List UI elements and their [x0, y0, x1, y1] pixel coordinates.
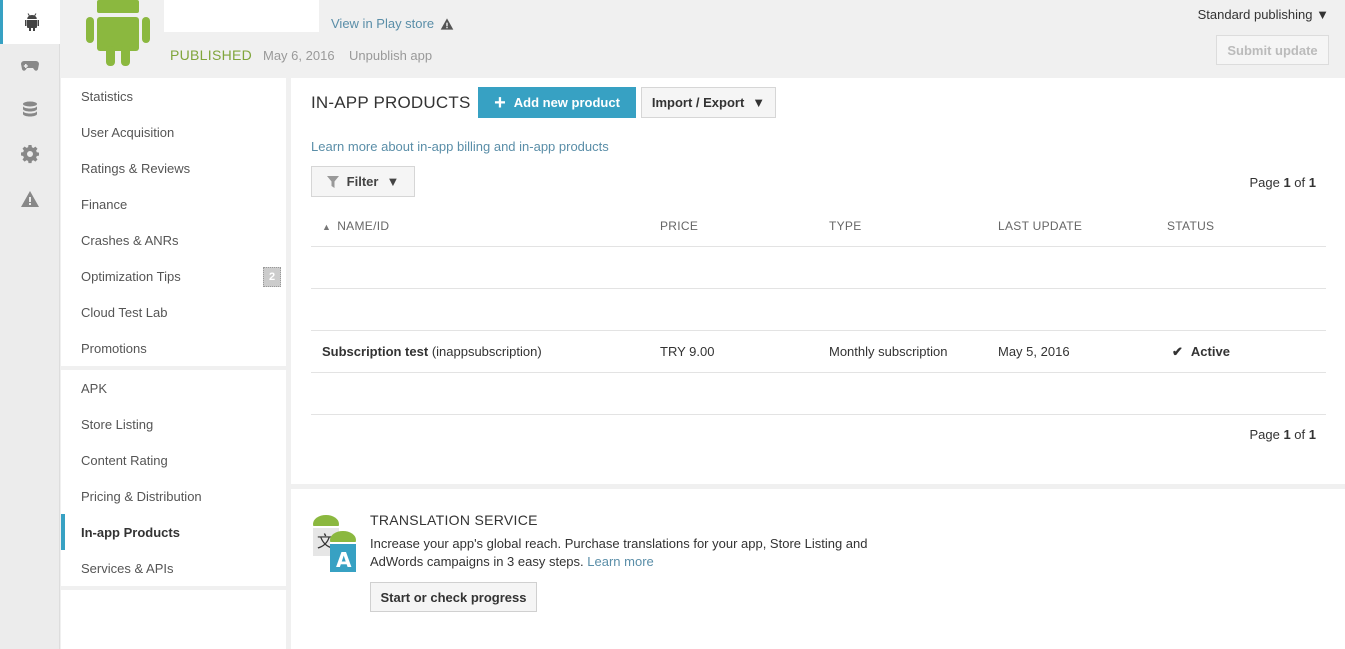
- sidebar-item-ratings-reviews[interactable]: Ratings & Reviews: [61, 150, 286, 186]
- sidebar-item-cloud-test-lab[interactable]: Cloud Test Lab: [61, 294, 286, 330]
- sidebar-item-optimization-tips[interactable]: Optimization Tips 2: [61, 258, 286, 294]
- gear-icon: [21, 145, 39, 164]
- warning-icon: [21, 191, 39, 207]
- svg-text:A: A: [336, 548, 352, 572]
- rail-alerts[interactable]: [0, 177, 60, 221]
- learn-more-billing-link[interactable]: Learn more about in-app billing and in-a…: [311, 139, 609, 154]
- sidebar-item-crashes-anrs[interactable]: Crashes & ANRs: [61, 222, 286, 258]
- product-name-cell: Subscription test (inappsubscription): [311, 344, 660, 359]
- app-header: View in Play store PUBLISHED May 6, 2016…: [60, 0, 1345, 78]
- rail-apps[interactable]: [0, 0, 60, 44]
- start-or-check-progress-button[interactable]: Start or check progress: [370, 582, 537, 612]
- sidebar-item-pricing-distribution[interactable]: Pricing & Distribution: [61, 478, 286, 514]
- submit-update-button[interactable]: Submit update: [1216, 35, 1329, 65]
- icon-rail: [0, 0, 60, 649]
- app-sidebar-nav: Statistics User Acquisition Ratings & Re…: [61, 78, 286, 649]
- add-new-product-label: Add new product: [513, 95, 620, 110]
- filter-icon: [326, 175, 339, 188]
- plus-icon: +: [494, 91, 506, 114]
- products-table: ▲ NAME/ID PRICE TYPE LAST UPDATE STATUS S…: [311, 205, 1326, 415]
- pagination-bottom: Page 1 of 1: [1249, 427, 1316, 442]
- view-in-play-store-link[interactable]: View in Play store: [331, 16, 454, 31]
- column-header-status[interactable]: STATUS: [1167, 219, 1326, 233]
- sidebar-item-finance[interactable]: Finance: [61, 186, 286, 222]
- sidebar-item-services-apis[interactable]: Services & APIs: [61, 550, 286, 586]
- warning-icon: [440, 17, 454, 30]
- sidebar-item-content-rating[interactable]: Content Rating: [61, 442, 286, 478]
- nav-group-empty: [61, 590, 286, 649]
- sidebar-item-promotions[interactable]: Promotions: [61, 330, 286, 366]
- in-app-products-panel: IN-APP PRODUCTS + Add new product Import…: [291, 78, 1345, 484]
- android-icon: [24, 13, 39, 31]
- app-name-placeholder: [164, 0, 319, 32]
- column-header-price[interactable]: PRICE: [660, 219, 829, 233]
- caret-down-icon: ▼: [386, 174, 400, 189]
- tips-count-badge: 2: [263, 267, 281, 287]
- filter-label: Filter: [346, 174, 379, 189]
- sidebar-item-user-acquisition[interactable]: User Acquisition: [61, 114, 286, 150]
- gamepad-icon: [21, 61, 39, 71]
- product-id: (inappsubscription): [431, 344, 542, 359]
- table-row-empty: [311, 289, 1326, 331]
- unpublish-app-link[interactable]: Unpublish app: [349, 48, 432, 63]
- sidebar-item-apk[interactable]: APK: [61, 370, 286, 406]
- nav-group-reports: Statistics User Acquisition Ratings & Re…: [61, 78, 286, 366]
- table-row-empty: [311, 247, 1326, 289]
- status-label: Active: [1190, 344, 1230, 359]
- table-row-empty: [311, 373, 1326, 415]
- rail-games[interactable]: [0, 43, 60, 87]
- nav-group-release: APK Store Listing Content Rating Pricing…: [61, 370, 286, 586]
- sidebar-item-store-listing[interactable]: Store Listing: [61, 406, 286, 442]
- product-price: TRY 9.00: [660, 344, 715, 359]
- sidebar-item-statistics[interactable]: Statistics: [61, 78, 286, 114]
- product-last-update: May 5, 2016: [998, 344, 1070, 359]
- rail-settings[interactable]: [0, 132, 60, 176]
- column-header-name[interactable]: ▲ NAME/ID: [311, 219, 660, 233]
- add-new-product-button[interactable]: + Add new product: [478, 87, 636, 118]
- column-header-last-update[interactable]: LAST UPDATE: [998, 219, 1167, 233]
- rail-database[interactable]: [0, 88, 60, 132]
- import-export-label: Import / Export: [651, 95, 745, 110]
- product-status: ✔ Active: [1167, 344, 1326, 360]
- published-date: May 6, 2016: [263, 48, 335, 63]
- translation-learn-more-link[interactable]: Learn more: [587, 554, 653, 569]
- product-type: Monthly subscription: [829, 344, 948, 359]
- table-row[interactable]: Subscription test (inappsubscription) TR…: [311, 331, 1326, 373]
- view-store-label: View in Play store: [331, 16, 435, 31]
- android-app-icon: [86, 0, 150, 66]
- column-header-type[interactable]: TYPE: [829, 219, 998, 233]
- checkmark-icon: ✔: [1172, 343, 1183, 359]
- sort-ascending-icon: ▲: [322, 221, 332, 232]
- translation-icon: 文 A: [313, 515, 356, 572]
- database-icon: [23, 101, 37, 117]
- published-status: PUBLISHED: [170, 47, 253, 63]
- publishing-mode-dropdown[interactable]: Standard publishing ▼: [1198, 7, 1329, 22]
- caret-down-icon: ▼: [752, 95, 766, 110]
- filter-dropdown[interactable]: Filter ▼: [311, 166, 415, 197]
- product-name: Subscription test: [322, 344, 429, 359]
- translation-service-panel: 文 A TRANSLATION SERVICE Increase your ap…: [291, 489, 1345, 649]
- table-header: ▲ NAME/ID PRICE TYPE LAST UPDATE STATUS: [311, 205, 1326, 247]
- import-export-dropdown[interactable]: Import / Export ▼: [641, 87, 776, 118]
- pagination-top: Page 1 of 1: [1249, 175, 1316, 190]
- translation-service-title: TRANSLATION SERVICE: [370, 512, 538, 528]
- translation-description: Increase your app's global reach. Purcha…: [370, 536, 868, 569]
- page-title: IN-APP PRODUCTS: [311, 93, 471, 112]
- sidebar-item-in-app-products[interactable]: In-app Products: [61, 514, 286, 550]
